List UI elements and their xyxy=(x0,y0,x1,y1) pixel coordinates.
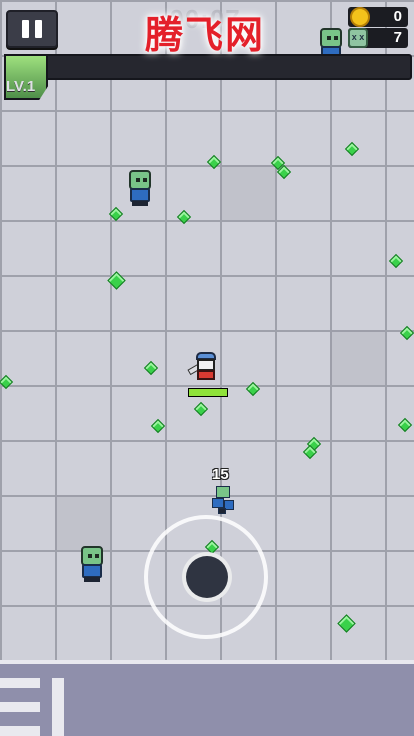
pause-button[interactable] xyxy=(6,10,58,48)
kill-count: 7 xyxy=(393,29,402,46)
level-label: LV.1 xyxy=(6,78,36,95)
wall-stripe xyxy=(0,678,40,688)
watermark-text: 腾飞网 xyxy=(144,12,265,57)
skull-icon: x x xyxy=(348,28,368,48)
coin-count: 0 xyxy=(393,8,402,25)
floor-shadow-tile xyxy=(220,165,275,220)
floor-shadow-tile xyxy=(330,330,385,385)
player-character xyxy=(187,352,220,382)
joystick-knob[interactable] xyxy=(182,552,232,602)
zombie-enemy xyxy=(79,546,105,582)
player-health-bar xyxy=(188,388,228,397)
pause-icon xyxy=(22,20,29,38)
coin-icon xyxy=(350,7,370,27)
floor-shadow-tile xyxy=(55,495,110,550)
player-health-fill xyxy=(189,389,227,396)
wall-stripe xyxy=(52,678,64,736)
pause-icon-bar xyxy=(35,20,42,38)
game-stage[interactable]: 15 LV.1 00:07 腾飞网 0 7 x x xyxy=(0,0,414,736)
zombie-enemy xyxy=(127,170,153,206)
damage-number: 15 xyxy=(212,466,229,483)
wall-stripe xyxy=(0,702,40,712)
wall-stripe xyxy=(0,726,40,736)
hit-zombie-enemy xyxy=(210,484,236,514)
bottom-wall xyxy=(0,660,414,736)
